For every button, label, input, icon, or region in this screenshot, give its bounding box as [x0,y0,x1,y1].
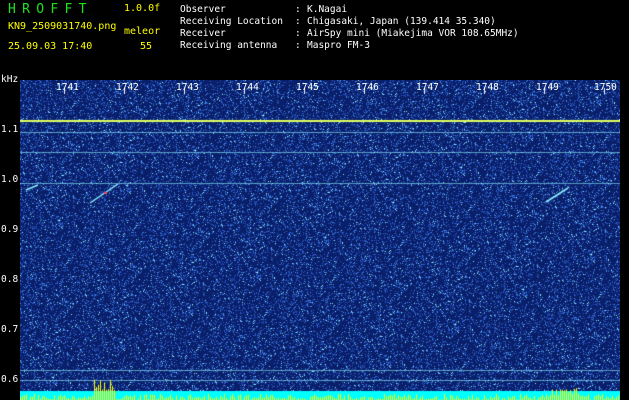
info-observer: Observer: K.Nagai [180,4,348,15]
info-value: AirSpy mini (Miakejima VOR 108.65MHz) [307,28,519,39]
x-tick: 1741 [56,82,79,93]
y-tick: 0.7 [1,324,19,335]
date-time: 25.09.03 17:40 [8,41,93,52]
info-label: Receiver [180,28,226,39]
mode-label: meleor [124,26,161,37]
spectrogram-canvas [20,80,620,400]
hrofft-window: HROFFT 1.0.0f KN9_2509031740.png 25.09.0… [0,0,629,400]
info-label: Receiving Location [180,16,283,27]
x-tick: 1748 [476,82,499,93]
x-tick: 1749 [536,82,559,93]
info-receiver: Receiver: AirSpy mini (Miakejima VOR 108.… [180,28,519,39]
info-value: Chigasaki, Japan (139.414 35.340) [307,16,496,27]
x-tick: 1745 [296,82,319,93]
info-value: K.Nagai [307,4,348,15]
spectrogram-plot [20,80,620,400]
app-version: 1.0.0f [124,3,161,14]
y-tick: 1.1 [1,124,19,135]
x-tick: 1750 [594,82,617,93]
info-antenna: Receiving antenna: Maspro FM-3 [180,40,370,51]
y-tick: 0.9 [1,224,19,235]
file-name: KN9_2509031740.png [8,21,117,32]
x-tick: 1746 [356,82,379,93]
echo-count: 55 [140,41,153,52]
y-tick: 0.8 [1,274,19,285]
x-tick: 1742 [116,82,139,93]
x-tick: 1744 [236,82,259,93]
info-label: Receiving antenna [180,40,278,51]
info-label: Observer [180,4,226,15]
y-tick: 1.0 [1,174,19,185]
x-tick: 1747 [416,82,439,93]
y-tick: 0.6 [1,374,19,385]
app-title: HROFFT [8,2,93,17]
info-value: Maspro FM-3 [307,40,370,51]
x-tick: 1743 [176,82,199,93]
y-axis-unit: kHz [1,74,19,85]
info-location: Receiving Location: Chigasaki, Japan (139… [180,16,496,27]
